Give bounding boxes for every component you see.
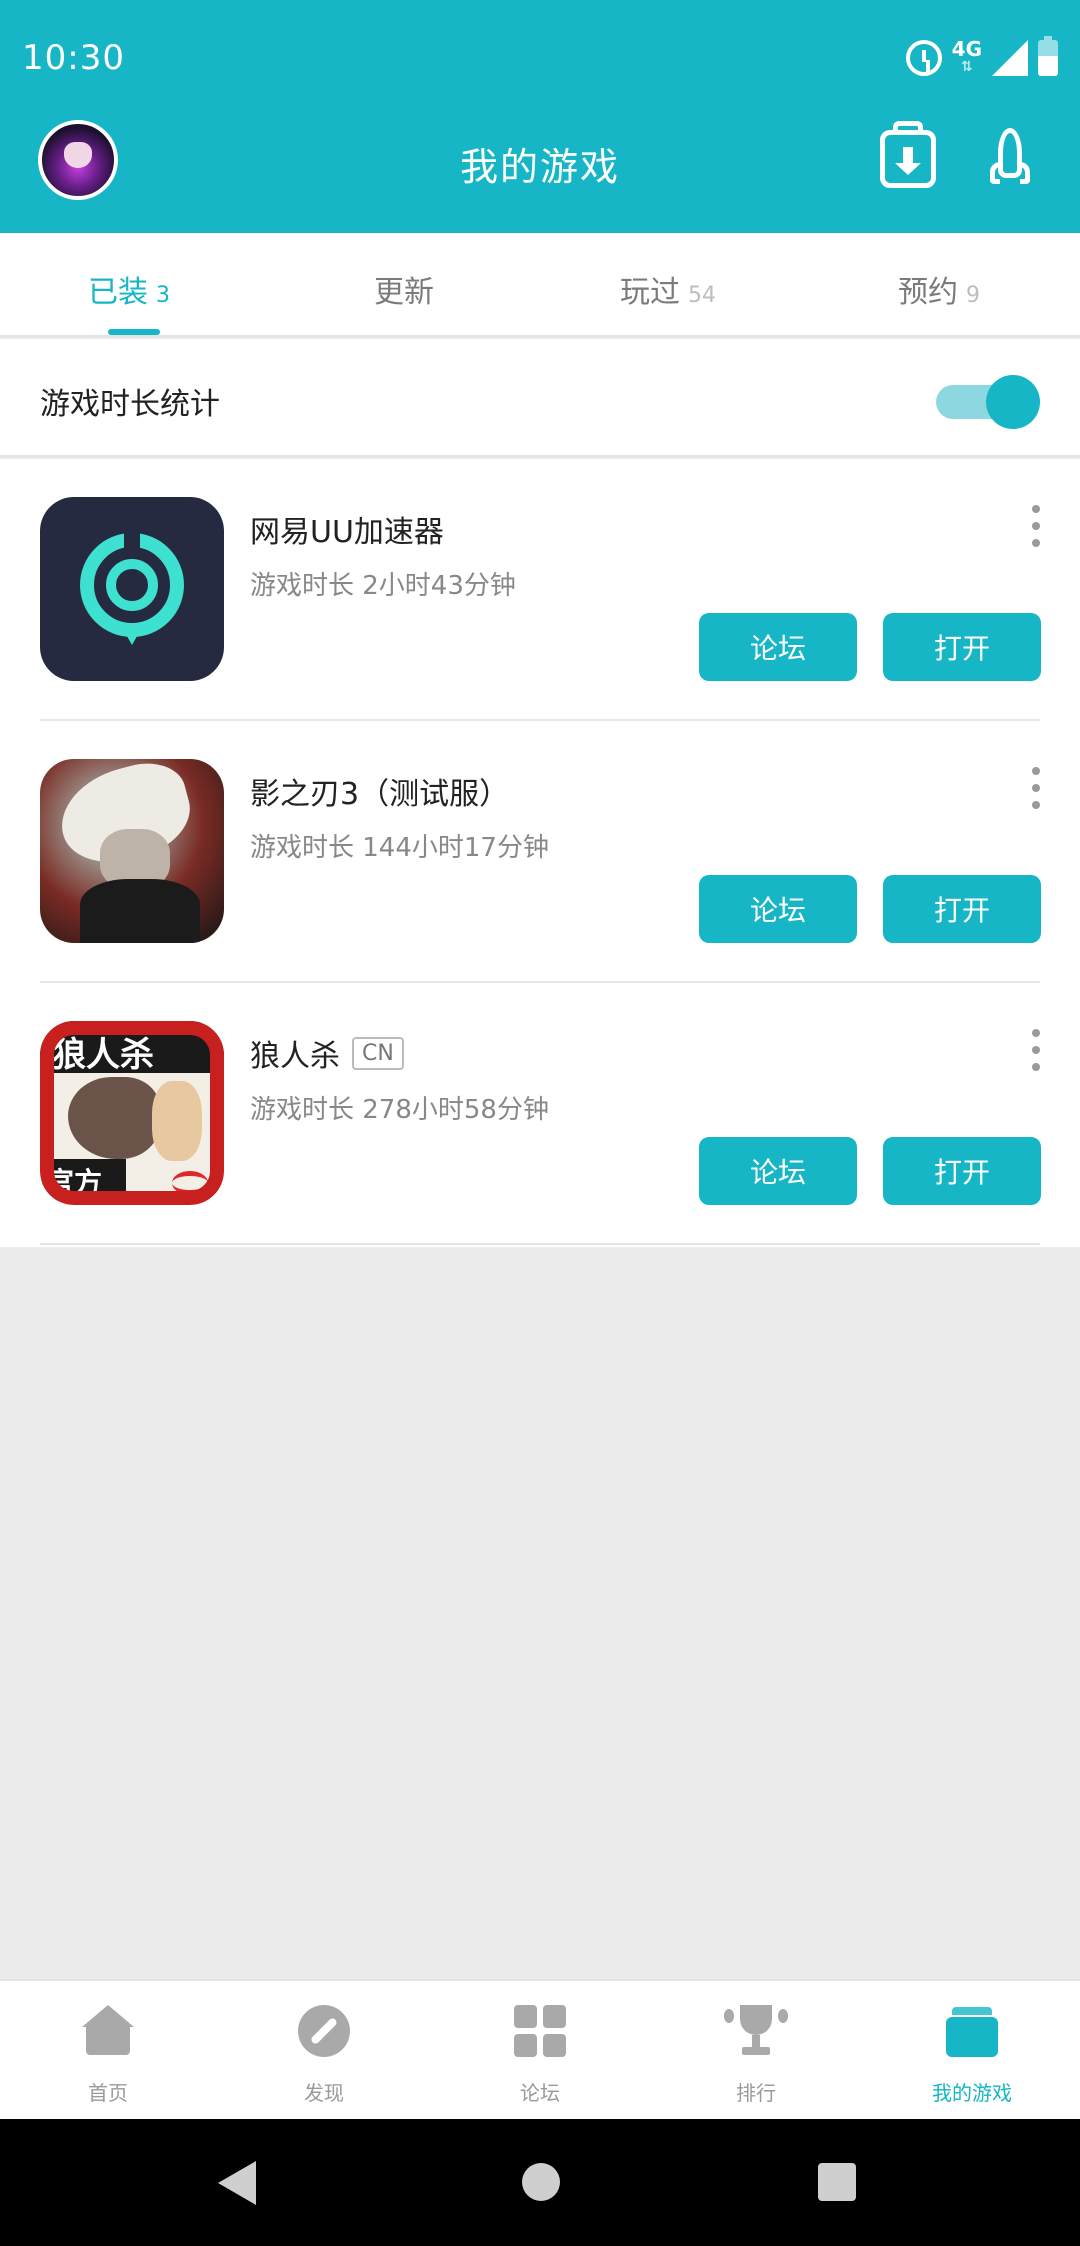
shadow-blade-icon[interactable]: [40, 759, 224, 943]
tab-label: 已装: [88, 275, 148, 310]
playtime-stats-toggle[interactable]: [936, 371, 1040, 429]
game-name: 网易UU加速器: [250, 507, 444, 551]
game-list: 网易UU加速器 游戏时长 2小时43分钟 论坛 打开 影之刃3（测试服） 游戏时…: [0, 459, 1080, 1247]
tab-updates[interactable]: 更新: [374, 267, 434, 311]
nav-item-my-games[interactable]: 我的游戏: [864, 1981, 1080, 2121]
alarm-icon: [905, 40, 942, 76]
tab-reserved[interactable]: 预约 9: [898, 267, 980, 311]
toggle-knob: [986, 375, 1040, 429]
nav-label: 首页: [88, 2081, 128, 2105]
stack-icon: [946, 2005, 998, 2057]
active-tab-indicator: [108, 329, 160, 335]
back-icon[interactable]: [218, 2161, 256, 2205]
download-icon: [895, 147, 921, 175]
bottom-navigation: 首页 发现 论坛 排行 我的游戏: [0, 1979, 1080, 2119]
forum-button[interactable]: 论坛: [699, 1137, 857, 1205]
open-button[interactable]: 打开: [883, 613, 1041, 681]
game-playtime: 游戏时长 2小时43分钟: [250, 571, 516, 601]
nav-label: 论坛: [520, 2081, 560, 2105]
home-icon: [82, 2005, 134, 2057]
tab-label: 玩过: [620, 275, 680, 310]
playtime-stats-row: 游戏时长统计: [0, 339, 1080, 457]
nav-item-discover[interactable]: 发现: [216, 1981, 432, 2121]
game-item[interactable]: 狼人杀 官方 狼人杀 CN 游戏时长 278小时58分钟 论坛 打开: [0, 983, 1080, 1245]
grid-icon: [514, 2005, 566, 2057]
home-button-icon[interactable]: [522, 2163, 560, 2201]
recent-apps-icon[interactable]: [818, 2163, 856, 2201]
werewolf-game-icon[interactable]: 狼人杀 官方: [40, 1021, 224, 1205]
tab-played[interactable]: 玩过 54: [620, 267, 716, 311]
status-time: 10:30: [22, 38, 125, 78]
nav-label: 排行: [736, 2081, 776, 2105]
tab-count: 3: [156, 283, 170, 308]
nav-label: 我的游戏: [932, 2081, 1012, 2105]
forum-button[interactable]: 论坛: [699, 875, 857, 943]
status-icons: 4G ⇅: [905, 36, 1058, 78]
game-title: 影之刃3（测试服）: [250, 777, 510, 812]
tab-label: 预约: [898, 275, 958, 310]
data-arrows-icon: ⇅: [960, 59, 973, 75]
forum-button[interactable]: 论坛: [699, 613, 857, 681]
game-item[interactable]: 网易UU加速器 游戏时长 2小时43分钟 论坛 打开: [0, 459, 1080, 721]
nav-item-forum[interactable]: 论坛: [432, 1981, 648, 2121]
game-playtime: 游戏时长 278小时58分钟: [250, 1095, 549, 1125]
open-button[interactable]: 打开: [883, 1137, 1041, 1205]
uu-accelerator-icon[interactable]: [40, 497, 224, 681]
tab-label: 更新: [374, 275, 434, 310]
compass-icon: [298, 2005, 350, 2057]
more-options-icon[interactable]: [1028, 505, 1044, 547]
tab-count: 54: [688, 283, 716, 308]
signal-icon: [992, 40, 1028, 76]
app-header: 10:30 4G ⇅ 我的游戏: [0, 0, 1080, 233]
tab-count: 9: [966, 283, 980, 308]
network-indicator: 4G ⇅: [952, 39, 982, 76]
more-options-icon[interactable]: [1028, 767, 1044, 809]
nav-label: 发现: [304, 2081, 344, 2105]
rocket-button[interactable]: [990, 128, 1030, 192]
tab-installed[interactable]: 已装 3: [88, 267, 170, 311]
more-options-icon[interactable]: [1028, 1029, 1044, 1071]
game-playtime: 游戏时长 144小时17分钟: [250, 833, 549, 863]
system-navigation-bar: [0, 2119, 1080, 2246]
nav-item-home[interactable]: 首页: [0, 1981, 216, 2121]
game-name: 狼人杀 CN: [250, 1031, 404, 1075]
game-name: 影之刃3（测试服）: [250, 769, 509, 813]
game-tabs: 已装 3 更新 玩过 54 预约 9: [0, 233, 1080, 337]
battery-icon: [1038, 36, 1058, 76]
rocket-icon: [998, 128, 1022, 178]
divider: [40, 1243, 1040, 1245]
game-item[interactable]: 影之刃3（测试服） 游戏时长 144小时17分钟 论坛 打开: [0, 721, 1080, 983]
game-title: 网易UU加速器: [250, 515, 444, 550]
region-badge: CN: [352, 1036, 404, 1070]
trophy-icon: [724, 2005, 788, 2057]
download-manager-button[interactable]: [880, 121, 936, 188]
open-button[interactable]: 打开: [883, 875, 1041, 943]
playtime-stats-label: 游戏时长统计: [40, 387, 220, 422]
nav-item-ranking[interactable]: 排行: [648, 1981, 864, 2121]
game-title: 狼人杀: [250, 1039, 340, 1074]
